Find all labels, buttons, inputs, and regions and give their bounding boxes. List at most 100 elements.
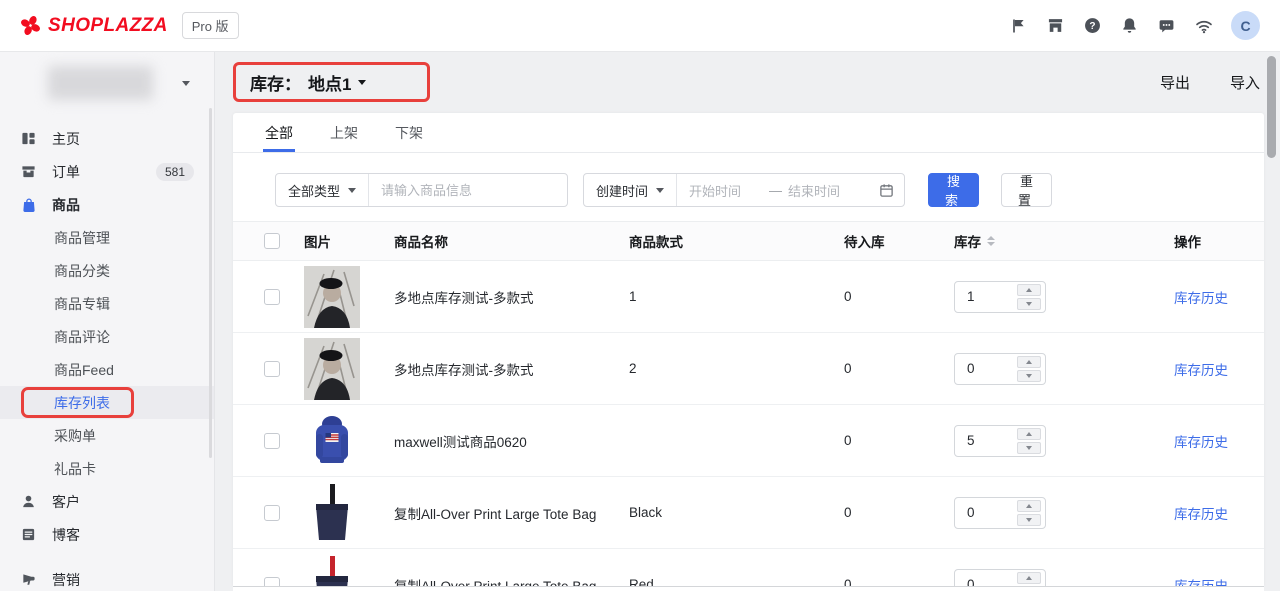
user-avatar[interactable]: C	[1231, 11, 1260, 40]
annotation-box-title: 库存： 地点1	[233, 62, 430, 102]
stock-value[interactable]: 5	[955, 433, 975, 448]
inventory-card: 全部 上架 下架 全部类型 创建时间	[233, 113, 1264, 586]
row-checkbox[interactable]	[264, 361, 280, 377]
shoplazza-logo[interactable]: SHOPLAZZA	[20, 15, 168, 37]
calendar-icon[interactable]	[879, 183, 894, 198]
col-pending: 待入库	[844, 231, 954, 251]
sidebar-item-products[interactable]: 商品	[0, 188, 214, 221]
sidebar-item-product-feed[interactable]: 商品Feed	[0, 353, 214, 386]
stepper-down-button[interactable]	[1017, 514, 1041, 526]
reset-button[interactable]: 重置	[1001, 173, 1052, 207]
type-dropdown[interactable]: 全部类型	[276, 174, 368, 206]
page-title-prefix: 库存：	[250, 70, 301, 95]
stock-stepper[interactable]: 0	[954, 569, 1046, 587]
stepper-down-button[interactable]	[1017, 298, 1041, 310]
page-header: 库存： 地点1 导出 导入	[215, 52, 1280, 113]
stepper-up-button[interactable]	[1017, 572, 1041, 584]
stock-stepper[interactable]: 0	[954, 353, 1046, 385]
divider	[676, 174, 677, 206]
stock-stepper[interactable]: 5	[954, 425, 1046, 457]
sidebar-item-blog[interactable]: 博客	[0, 518, 214, 551]
table-row: 复制All-Over Print Large Tote Bag Red 0 0 …	[233, 549, 1264, 586]
flag-icon[interactable]	[1000, 8, 1037, 44]
stepper-up-button[interactable]	[1017, 356, 1041, 368]
import-button[interactable]: 导入	[1230, 72, 1260, 93]
product-image	[304, 338, 360, 400]
help-icon[interactable]: ?	[1074, 8, 1111, 44]
sidebar-item-inventory-list[interactable]: 库存列表	[0, 386, 214, 419]
row-checkbox[interactable]	[264, 289, 280, 305]
col-stock: 库存	[954, 231, 981, 251]
sidebar-item-product-categories[interactable]: 商品分类	[0, 254, 214, 287]
store-name-redacted	[48, 66, 153, 100]
sidebar-item-purchase-orders[interactable]: 采购单	[0, 419, 214, 452]
stepper-up-button[interactable]	[1017, 428, 1041, 440]
logo-text: SHOPLAZZA	[48, 15, 168, 37]
stock-stepper[interactable]: 0	[954, 497, 1046, 529]
tab-all[interactable]: 全部	[265, 113, 293, 152]
chevron-down-icon	[348, 188, 356, 193]
sort-icon[interactable]	[987, 236, 995, 246]
store-icon[interactable]	[1037, 8, 1074, 44]
sidebar-item-home[interactable]: 主页	[0, 122, 214, 155]
wifi-icon[interactable]	[1185, 8, 1222, 44]
end-date-input[interactable]: 结束时间	[788, 181, 840, 200]
chat-icon[interactable]	[1148, 8, 1185, 44]
stepper-down-button[interactable]	[1017, 370, 1041, 382]
table-header: 图片 商品名称 商品款式 待入库 库存 操作	[233, 221, 1264, 261]
vertical-scrollbar-thumb[interactable]	[1267, 56, 1276, 158]
tab-unpublished[interactable]: 下架	[395, 113, 423, 152]
sidebar-item-gift-cards[interactable]: 礼品卡	[0, 452, 214, 485]
product-image	[304, 266, 360, 328]
tab-published[interactable]: 上架	[330, 113, 358, 152]
inventory-history-link[interactable]: 库存历史	[1174, 287, 1264, 307]
sidebar-item-product-management[interactable]: 商品管理	[0, 221, 214, 254]
bell-icon[interactable]	[1111, 8, 1148, 44]
sidebar-item-marketing[interactable]: 营销	[0, 563, 214, 591]
sidebar-item-product-reviews[interactable]: 商品评论	[0, 320, 214, 353]
product-filter-group: 全部类型	[275, 173, 568, 207]
sidebar-item-customers[interactable]: 客户	[0, 485, 214, 518]
stock-value[interactable]: 0	[955, 577, 975, 586]
product-variant: 2	[629, 361, 844, 376]
app-window: SHOPLAZZA Pro 版 ?	[0, 0, 1280, 591]
product-name: 多地点库存测试-多款式	[394, 359, 629, 379]
sidebar-item-label: 商品分类	[54, 261, 110, 281]
row-checkbox[interactable]	[264, 577, 280, 587]
inventory-history-link[interactable]: 库存历史	[1174, 503, 1264, 523]
stepper-up-button[interactable]	[1017, 500, 1041, 512]
shoplazza-logo-icon	[20, 15, 41, 36]
store-selector[interactable]	[0, 52, 214, 114]
sidebar-item-product-collections[interactable]: 商品专辑	[0, 287, 214, 320]
stock-value[interactable]: 0	[955, 505, 975, 520]
stock-stepper[interactable]: 1	[954, 281, 1046, 313]
start-date-input[interactable]: 开始时间	[689, 181, 763, 200]
megaphone-icon	[20, 571, 37, 588]
row-checkbox[interactable]	[264, 433, 280, 449]
inventory-history-link[interactable]: 库存历史	[1174, 575, 1264, 587]
location-selector[interactable]: 库存： 地点1	[250, 70, 366, 95]
stepper-down-button[interactable]	[1017, 442, 1041, 454]
search-button[interactable]: 搜索	[928, 173, 979, 207]
stepper-up-button[interactable]	[1017, 284, 1041, 296]
main-content: 库存： 地点1 导出 导入 全部 上架 下架 全部类型	[215, 52, 1280, 591]
stock-value[interactable]: 0	[955, 361, 975, 376]
sidebar-item-label: 礼品卡	[54, 459, 96, 479]
inventory-history-link[interactable]: 库存历史	[1174, 431, 1264, 451]
export-button[interactable]: 导出	[1160, 72, 1190, 93]
stock-value[interactable]: 1	[955, 289, 975, 304]
sidebar-item-label: 主页	[52, 129, 80, 149]
select-all-checkbox[interactable]	[264, 233, 280, 249]
horizontal-scrollbar[interactable]	[233, 586, 1264, 591]
product-search-input[interactable]	[369, 174, 567, 206]
sidebar-item-label: 采购单	[54, 426, 96, 446]
sidebar-item-orders[interactable]: 订单 581	[0, 155, 214, 188]
product-name: 复制All-Over Print Large Tote Bag	[394, 503, 629, 523]
date-type-dropdown[interactable]: 创建时间	[584, 174, 676, 206]
chevron-down-icon	[182, 81, 190, 86]
header-actions: 导出 导入	[1160, 52, 1260, 113]
inventory-history-link[interactable]: 库存历史	[1174, 359, 1264, 379]
sidebar-scrollbar[interactable]	[209, 108, 212, 458]
row-checkbox[interactable]	[264, 505, 280, 521]
status-tabs: 全部 上架 下架	[233, 113, 1264, 153]
